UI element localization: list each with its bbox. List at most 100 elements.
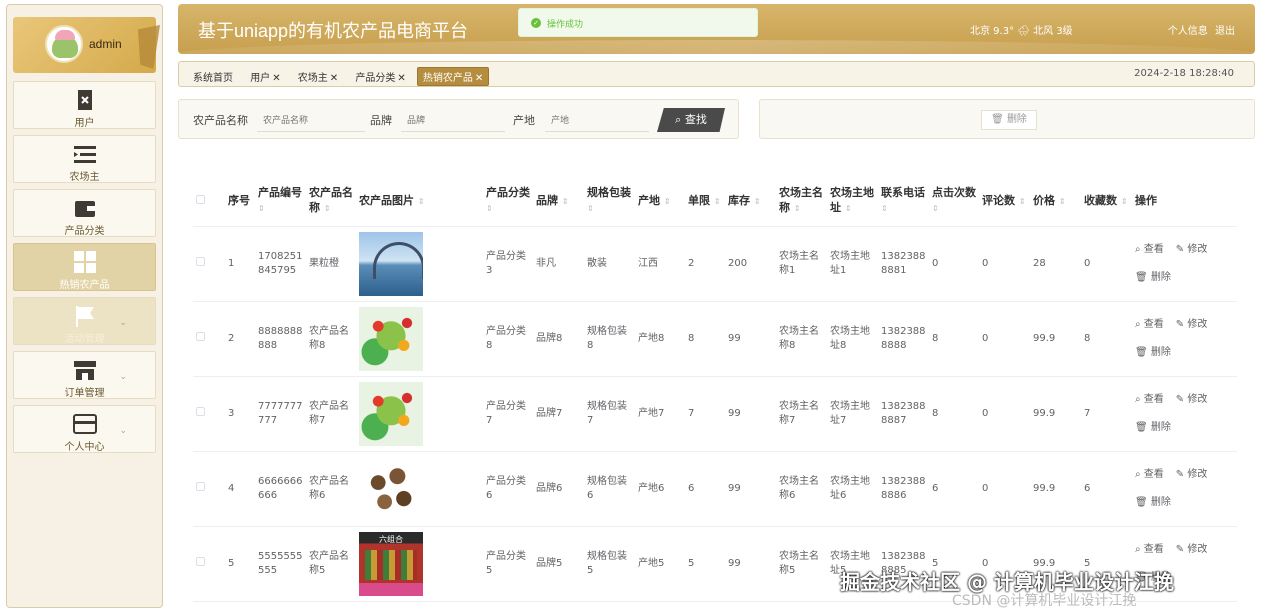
cell-cat: 产品分类6 [483, 451, 533, 527]
sidebar-item-profile[interactable]: 个人中心 ⌄ [13, 405, 156, 453]
delete-button[interactable]: 🗑 删除 [1135, 272, 1177, 283]
logout-link[interactable]: 退出 [1215, 26, 1235, 37]
sort-icon[interactable]: ⇕ [754, 197, 761, 206]
sort-icon[interactable]: ⇕ [714, 197, 721, 206]
view-button[interactable]: ⌕ 查看 [1135, 319, 1170, 330]
cell-fav: 6 [1081, 451, 1132, 527]
sort-icon[interactable]: ⇕ [562, 197, 569, 206]
edit-button[interactable]: ✎ 修改 [1176, 394, 1214, 405]
product-image[interactable] [359, 381, 423, 446]
col-favorites[interactable]: 收藏数 ⇕ [1081, 176, 1132, 227]
sort-icon[interactable]: ⇕ [794, 204, 801, 213]
row-checkbox[interactable] [196, 481, 205, 491]
sidebar-item-category[interactable]: 产品分类 [13, 189, 156, 237]
sort-icon[interactable]: ⇕ [486, 204, 493, 213]
avatar[interactable] [45, 25, 83, 63]
sort-icon[interactable]: ⇕ [1121, 197, 1128, 206]
sort-icon[interactable]: ⇕ [258, 204, 265, 213]
tab-farmer[interactable]: 农场主 ✕ [292, 67, 344, 86]
cell-owner: 农场主名称1 [776, 226, 827, 302]
sidebar-item-farmer[interactable]: 农场主 [13, 135, 156, 183]
cell-addr: 农场主地址7 [827, 376, 878, 452]
sidebar-item-user[interactable]: 用户 [13, 81, 156, 129]
name-input[interactable] [257, 110, 365, 132]
search-panel: 农产品名称 品牌 产地 ⌕ 查找 [178, 99, 739, 139]
row-checkbox[interactable] [196, 331, 205, 341]
sort-icon[interactable]: ⇕ [587, 204, 594, 213]
sort-icon[interactable]: ⇕ [881, 204, 888, 213]
col-comments[interactable]: 评论数 ⇕ [979, 176, 1030, 227]
view-button[interactable]: ⌕ 查看 [1135, 394, 1170, 405]
sidebar-item-hot-products[interactable]: 热销农产品 [13, 243, 156, 291]
col-name[interactable]: 农产品名称 ⇕ [306, 176, 356, 227]
sort-icon[interactable]: ⇕ [664, 197, 671, 206]
sort-icon[interactable]: ⇕ [1059, 197, 1066, 206]
row-checkbox[interactable] [196, 256, 205, 266]
col-price[interactable]: 价格 ⇕ [1030, 176, 1081, 227]
batch-delete-button[interactable]: 🗑 删除 [981, 110, 1037, 130]
product-image[interactable] [359, 231, 423, 296]
find-button[interactable]: ⌕ 查找 [657, 108, 725, 132]
cell-limit: 6 [685, 451, 725, 527]
col-limit[interactable]: 单限 ⇕ [685, 176, 725, 227]
sidebar-item-activity[interactable]: 活动管理 ⌄ [13, 297, 156, 345]
col-owner[interactable]: 农场主名称 ⇕ [776, 176, 827, 227]
brand-input[interactable] [401, 110, 505, 132]
cell-comments: 0 [979, 451, 1030, 527]
cell-pack: 散装 [584, 226, 635, 302]
edit-button[interactable]: ✎ 修改 [1176, 544, 1214, 555]
clock: 2024-2-18 18:28:40 [1134, 68, 1234, 79]
edit-button[interactable]: ✎ 修改 [1176, 469, 1214, 480]
tab-home[interactable]: 系统首页 [187, 67, 239, 86]
cell-phone: 13823888886 [878, 451, 929, 527]
col-address[interactable]: 农场主地址 ⇕ [827, 176, 878, 227]
cell-cat: 产品分类8 [483, 301, 533, 377]
row-checkbox[interactable] [196, 556, 205, 566]
col-origin[interactable]: 产地 ⇕ [635, 176, 685, 227]
sort-icon[interactable]: ⇕ [932, 204, 939, 213]
sort-icon[interactable]: ⇕ [1019, 197, 1026, 206]
cell-idx: 2 [225, 301, 255, 377]
page-title: 基于uniapp的有机农产品电商平台 [198, 21, 469, 41]
weather-info: 北京 9.3° 🌧 北风 3级 [970, 26, 1073, 37]
col-image[interactable]: 农产品图片 ⇕ [356, 176, 483, 227]
col-brand[interactable]: 品牌 ⇕ [533, 176, 584, 227]
close-icon[interactable]: ✕ [330, 73, 338, 84]
profile-link[interactable]: 个人信息 [1168, 26, 1208, 37]
card-icon [73, 414, 97, 434]
view-button[interactable]: ⌕ 查看 [1135, 244, 1170, 255]
col-code[interactable]: 产品编号 ⇕ [255, 176, 306, 227]
sort-icon[interactable]: ⇕ [324, 204, 331, 213]
cell-cat: 产品分类7 [483, 376, 533, 452]
select-all-checkbox[interactable] [196, 195, 205, 205]
origin-label: 产地 [513, 114, 535, 127]
col-pack[interactable]: 规格包装 ⇕ [584, 176, 635, 227]
close-icon[interactable]: ✕ [397, 73, 405, 84]
product-image[interactable] [359, 456, 423, 521]
tab-user[interactable]: 用户 ✕ [244, 67, 286, 86]
product-image[interactable] [359, 306, 423, 371]
delete-button[interactable]: 🗑 删除 [1135, 422, 1177, 433]
sidebar-item-label: 个人中心 [64, 442, 105, 453]
col-clicks[interactable]: 点击次数 ⇕ [929, 176, 979, 227]
row-checkbox[interactable] [196, 406, 205, 416]
col-phone[interactable]: 联系电话 ⇕ [878, 176, 929, 227]
edit-button[interactable]: ✎ 修改 [1176, 244, 1214, 255]
sort-icon[interactable]: ⇕ [418, 197, 425, 206]
origin-input[interactable] [545, 110, 649, 132]
delete-button[interactable]: 🗑 删除 [1135, 347, 1177, 358]
col-category[interactable]: 产品分类 ⇕ [483, 176, 533, 227]
tab-hot-products[interactable]: 热销农产品 ✕ [416, 67, 490, 86]
close-icon[interactable]: ✕ [475, 73, 483, 84]
sidebar-item-orders[interactable]: 订单管理 ⌄ [13, 351, 156, 399]
view-button[interactable]: ⌕ 查看 [1135, 469, 1170, 480]
cell-owner: 农场主名称6 [776, 451, 827, 527]
edit-button[interactable]: ✎ 修改 [1176, 319, 1214, 330]
tab-category[interactable]: 产品分类 ✕ [349, 67, 411, 86]
view-button[interactable]: ⌕ 查看 [1135, 544, 1170, 555]
delete-button[interactable]: 🗑 删除 [1135, 497, 1177, 508]
close-icon[interactable]: ✕ [272, 73, 280, 84]
col-stock[interactable]: 库存 ⇕ [725, 176, 776, 227]
sort-icon[interactable]: ⇕ [845, 204, 852, 213]
product-image[interactable] [359, 531, 423, 596]
